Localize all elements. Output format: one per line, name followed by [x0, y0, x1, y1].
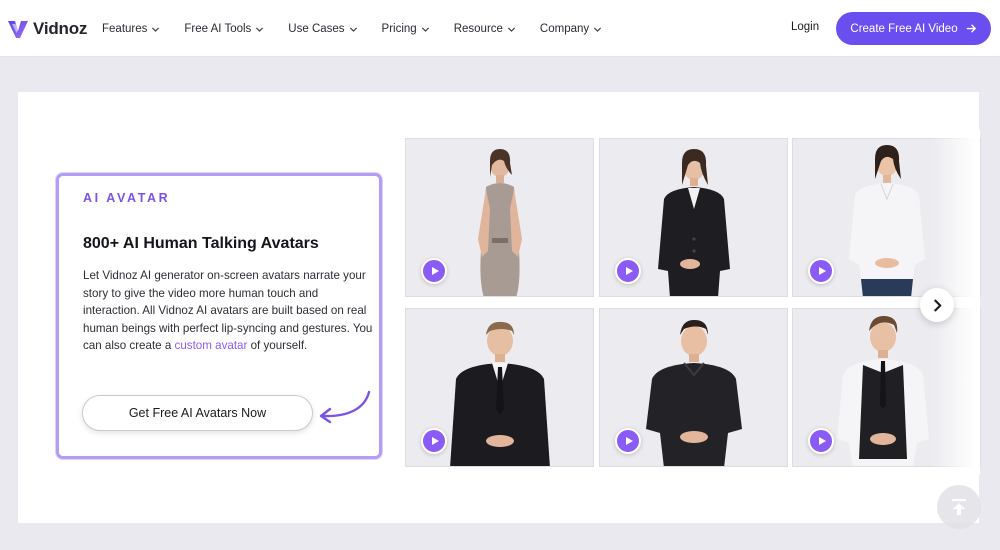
play-button[interactable]: [615, 258, 641, 284]
logo-text: Vidnoz: [33, 19, 88, 38]
chevron-down-icon: [594, 26, 602, 32]
nav-label: Company: [539, 23, 590, 35]
play-icon: [432, 437, 439, 445]
section-title: 800+ AI Human Talking Avatars: [83, 235, 319, 252]
back-to-top-icon: [952, 499, 966, 515]
chevron-down-icon: [349, 26, 357, 32]
avatar-tile-5[interactable]: [599, 308, 788, 467]
chevron-down-icon: [507, 26, 515, 32]
nav-label: Features: [102, 23, 148, 35]
create-free-ai-video-button[interactable]: Create Free AI Video: [836, 12, 991, 45]
nav-item-resource[interactable]: Resource: [454, 20, 516, 38]
section-description: Let Vidnoz AI generator on-screen avatar…: [83, 267, 373, 355]
nav-label: Use Cases: [288, 23, 345, 35]
play-icon: [626, 267, 633, 275]
nav-item-features[interactable]: Features: [102, 20, 160, 38]
play-icon: [819, 437, 826, 445]
play-icon: [432, 267, 439, 275]
get-free-ai-avatars-button[interactable]: Get Free AI Avatars Now: [82, 395, 313, 431]
nav-item-use-cases[interactable]: Use Cases: [288, 20, 357, 38]
carousel-next-button[interactable]: [920, 288, 954, 322]
back-to-top-button[interactable]: [937, 485, 981, 529]
site-header: Vidnoz Features Free AI Tools Use Cases …: [0, 0, 1000, 57]
play-button[interactable]: [421, 428, 447, 454]
nav-item-company[interactable]: Company: [540, 20, 602, 38]
chevron-down-icon: [256, 26, 264, 32]
nav-item-free-ai-tools[interactable]: Free AI Tools: [184, 20, 264, 38]
arrow-right-icon: [966, 24, 976, 33]
play-button[interactable]: [421, 258, 447, 284]
avatar-tile-2[interactable]: [599, 138, 788, 297]
play-button[interactable]: [808, 258, 834, 284]
vidnoz-logo[interactable]: Vidnoz: [6, 16, 87, 42]
nav-label: Resource: [453, 23, 503, 35]
play-button[interactable]: [808, 428, 834, 454]
main-nav: Features Free AI Tools Use Cases Pricing…: [102, 20, 602, 38]
avatar-tile-1[interactable]: [405, 138, 594, 297]
custom-avatar-link[interactable]: custom avatar: [175, 339, 248, 352]
ai-avatar-info-card: AI AVATAR 800+ AI Human Talking Avatars …: [56, 173, 382, 459]
curved-arrow-icon: [319, 390, 371, 424]
section-eyebrow: AI AVATAR: [83, 191, 171, 205]
nav-label: Pricing: [381, 23, 417, 35]
avatar-tile-4[interactable]: [405, 308, 594, 467]
chevron-right-icon: [933, 299, 941, 311]
login-link[interactable]: Login: [791, 21, 819, 33]
vidnoz-logo-icon: [8, 21, 28, 38]
play-button[interactable]: [615, 428, 641, 454]
play-icon: [819, 267, 826, 275]
cta-label: Create Free AI Video: [850, 22, 958, 35]
chevron-down-icon: [152, 26, 160, 32]
nav-label: Free AI Tools: [184, 23, 252, 35]
play-icon: [626, 437, 633, 445]
description-text-end: of yourself.: [247, 339, 308, 353]
nav-item-pricing[interactable]: Pricing: [382, 20, 430, 38]
chevron-down-icon: [421, 26, 429, 32]
